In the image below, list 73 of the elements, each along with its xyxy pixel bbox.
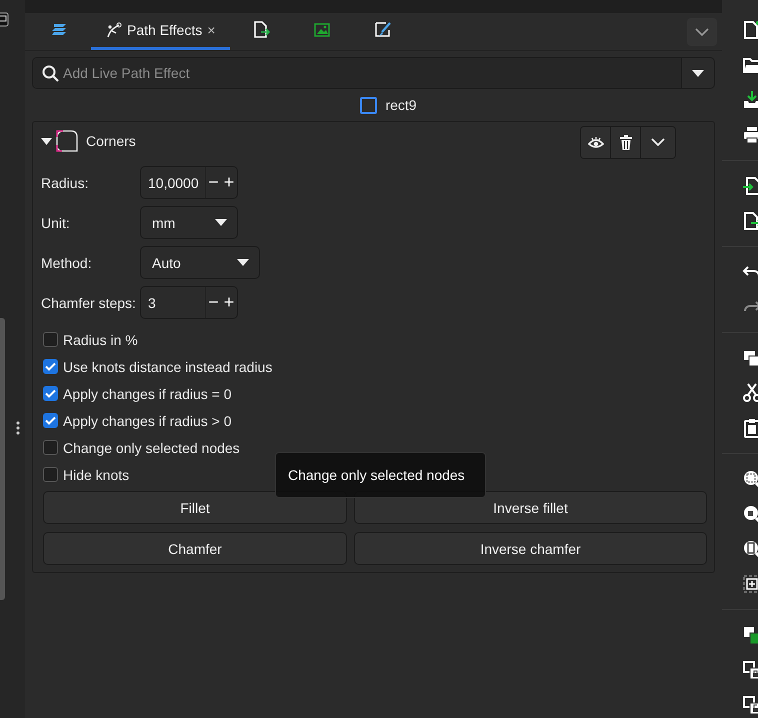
triangle-down-icon — [41, 138, 52, 144]
decrement-button[interactable]: − — [205, 167, 222, 198]
decrement-button[interactable]: − — [205, 287, 222, 318]
object-label: rect9 — [385, 97, 417, 113]
checkbox-label[interactable]: Apply changes if radius = 0 — [63, 386, 232, 402]
panel-tab[interactable]: Path Effects × — [91, 13, 230, 50]
checkbox[interactable] — [43, 386, 58, 401]
increment-button[interactable]: + — [221, 167, 237, 198]
caret-icon — [237, 259, 249, 266]
zoom-selection-icon[interactable] — [742, 469, 758, 489]
spin-box[interactable]: 3 − + — [140, 286, 238, 319]
action-button[interactable]: Fillet — [43, 491, 347, 524]
tooltip: Change only selected nodes — [275, 452, 486, 498]
number-field[interactable]: 3 — [141, 287, 205, 318]
zoom-page-icon[interactable] — [742, 539, 758, 559]
dropdown[interactable]: mm — [140, 206, 238, 239]
increment-button[interactable]: + — [221, 287, 237, 318]
drag-handle-icon[interactable] — [16, 421, 20, 435]
trash-icon — [620, 134, 632, 150]
checkbox-label[interactable]: Radius in % — [63, 332, 138, 348]
visibility-button[interactable] — [581, 126, 611, 158]
close-button[interactable]: × — [207, 22, 216, 38]
field-label: Radius: — [41, 174, 90, 190]
path-effect-icon — [106, 22, 122, 38]
action-button[interactable]: Inverse chamfer — [354, 532, 707, 565]
duplicate-icon[interactable] — [742, 625, 758, 645]
checkbox-label[interactable]: Hide knots — [63, 466, 130, 482]
action-button[interactable]: Inverse fillet — [354, 491, 707, 524]
rectangle-icon — [360, 96, 378, 114]
field-label: Unit: — [41, 214, 71, 230]
spin-box[interactable]: 10,0000 − + — [140, 166, 238, 199]
field-label: Method: — [41, 254, 93, 270]
checkbox[interactable] — [43, 413, 58, 428]
image-icon — [314, 23, 330, 37]
zoom-center-icon[interactable] — [742, 574, 758, 594]
action-button[interactable]: Chamfer — [43, 532, 347, 565]
download-tray-icon[interactable] — [742, 90, 758, 110]
menu-button[interactable] — [641, 126, 675, 158]
dropdown[interactable]: Auto — [140, 246, 260, 279]
group-lock-icon[interactable] — [742, 660, 758, 680]
checkbox-label[interactable]: Use knots distance instead radius — [63, 358, 272, 374]
checkbox-label[interactable]: Apply changes if radius > 0 — [63, 412, 232, 428]
checkbox-label[interactable]: Change only selected nodes — [63, 440, 240, 456]
import-icon[interactable] — [742, 176, 758, 196]
layers-icon — [51, 23, 69, 37]
scrollbar-thumb[interactable] — [0, 318, 5, 600]
chevron-down-icon — [695, 28, 709, 36]
chevron-down-icon — [651, 138, 665, 146]
corners-icon — [56, 130, 78, 152]
clipboard-icon[interactable] — [742, 418, 758, 438]
copy-icon[interactable] — [742, 348, 758, 368]
monitor-icon[interactable] — [0, 12, 9, 27]
checkbox[interactable] — [43, 359, 58, 374]
field-label: Chamfer steps: — [41, 294, 137, 310]
checkbox[interactable] — [43, 332, 58, 347]
number-field[interactable]: 10,0000 — [141, 167, 205, 198]
ungroup-lock-icon[interactable] — [742, 695, 758, 715]
expand-toggle[interactable] — [41, 138, 52, 144]
delete-button[interactable] — [611, 126, 641, 158]
zoom-drawing-icon[interactable] — [742, 504, 758, 524]
export-icon[interactable] — [742, 211, 758, 231]
tabs-menu-button[interactable] — [687, 18, 717, 46]
caret-icon — [215, 219, 227, 226]
eye-icon — [588, 136, 604, 148]
brush-icon — [374, 21, 392, 39]
folder-icon[interactable] — [742, 55, 758, 75]
checkbox[interactable] — [43, 440, 58, 455]
scissors-icon[interactable] — [742, 383, 758, 403]
checkbox[interactable] — [43, 467, 58, 482]
effect-name: Corners — [86, 133, 136, 149]
printer-icon[interactable] — [742, 125, 758, 145]
new-document-icon[interactable] — [742, 20, 758, 40]
document-arrow-icon — [252, 21, 270, 39]
